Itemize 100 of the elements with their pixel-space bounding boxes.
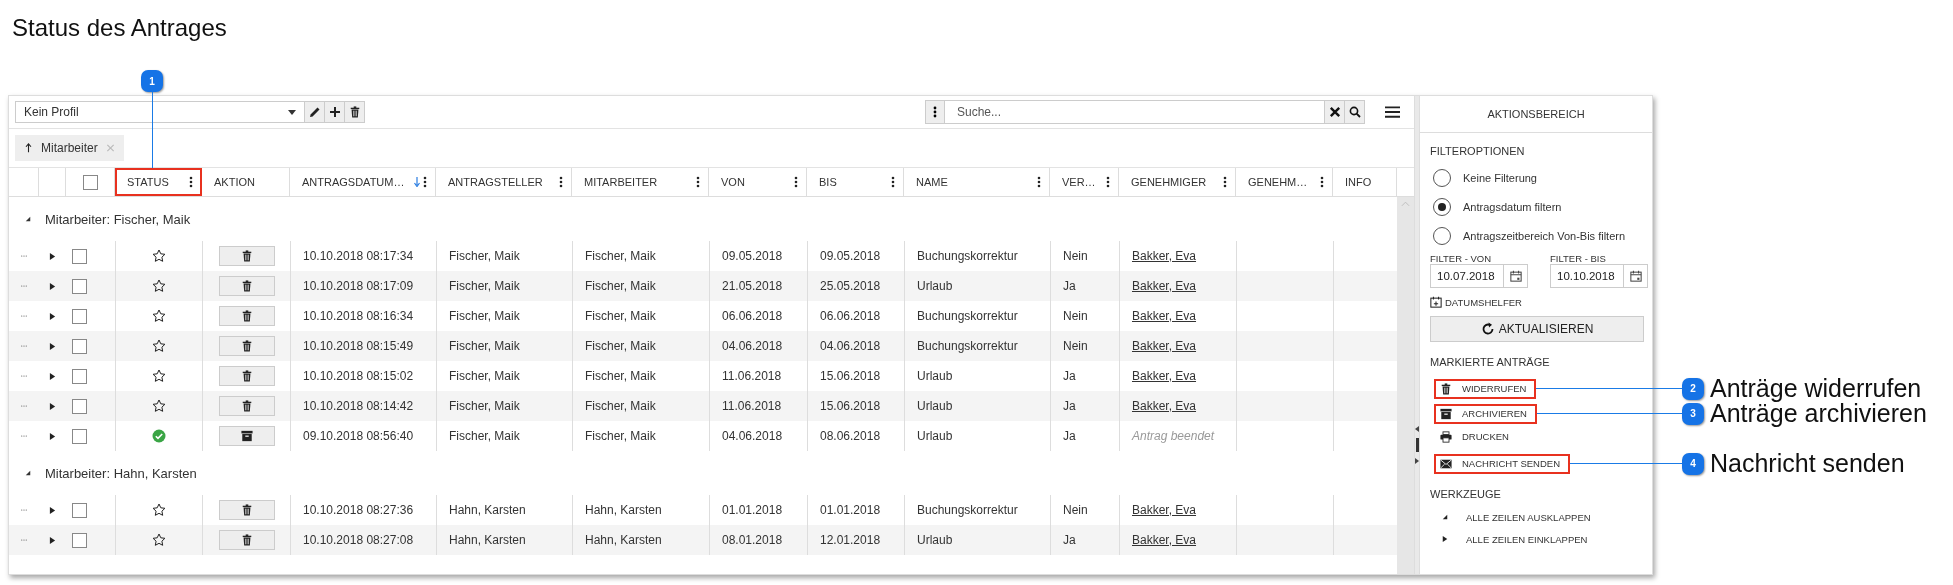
star-icon[interactable] (152, 369, 166, 383)
row-checkbox[interactable] (72, 398, 87, 414)
column-header[interactable]: BIS (807, 168, 904, 196)
calendar-icon (1509, 270, 1522, 282)
row-action-button[interactable] (218, 246, 275, 266)
row-expander-icon[interactable] (49, 432, 56, 440)
action-link[interactable]: DRUCKEN (1434, 426, 1519, 447)
column-header[interactable]: GENEHMIGER (1119, 168, 1236, 196)
row-action-button[interactable] (218, 306, 275, 326)
row-handle-icon[interactable] (21, 405, 27, 407)
row-checkbox[interactable] (72, 338, 87, 354)
search-field[interactable]: Suche... (945, 100, 1325, 124)
profile-select[interactable]: Kein Profil (15, 101, 305, 123)
row-handle-icon[interactable] (21, 345, 27, 347)
star-icon[interactable] (152, 503, 166, 517)
edit-button[interactable] (305, 101, 325, 123)
approver-link[interactable]: Bakker, Eva (1132, 369, 1197, 383)
group-chip[interactable]: Mitarbeiter (15, 135, 124, 161)
row-checkbox[interactable] (72, 502, 87, 518)
column-header[interactable]: ANTRAGSDATUM… (290, 168, 436, 196)
column-menu-icon[interactable] (189, 176, 193, 188)
row-action-button[interactable] (218, 276, 275, 296)
delete-button[interactable] (345, 101, 365, 123)
column-header[interactable]: AKTION (202, 168, 290, 196)
row-action-button[interactable] (218, 396, 275, 416)
column-menu-icon[interactable] (1223, 176, 1227, 188)
star-icon[interactable] (152, 339, 166, 353)
star-icon[interactable] (152, 399, 166, 413)
row-checkbox[interactable] (72, 428, 87, 444)
row-expander-icon[interactable] (49, 536, 56, 544)
add-button[interactable] (325, 101, 345, 123)
column-header[interactable]: VON (709, 168, 807, 196)
tool-link[interactable]: ALLE ZEILEN EINKLAPPEN (1430, 528, 1644, 550)
column-header[interactable]: STATUS (115, 168, 202, 196)
row-expander-icon[interactable] (49, 282, 56, 290)
row-handle-icon[interactable] (21, 285, 27, 287)
column-menu-icon[interactable] (696, 176, 700, 188)
action-link[interactable]: ARCHIVIEREN (1434, 403, 1537, 424)
approver-link[interactable]: Bakker, Eva (1132, 339, 1197, 353)
approver-link[interactable]: Bakker, Eva (1132, 309, 1197, 323)
row-handle-icon[interactable] (21, 315, 27, 317)
row-action-button[interactable] (218, 426, 275, 446)
select-all-checkbox[interactable] (82, 174, 98, 190)
group-toggle-icon[interactable] (25, 470, 31, 476)
star-icon[interactable] (152, 279, 166, 293)
date-field[interactable]: 10.10.2018 (1550, 264, 1648, 288)
approver-link[interactable]: Bakker, Eva (1132, 533, 1197, 547)
row-expander-icon[interactable] (49, 312, 56, 320)
column-menu-icon[interactable] (891, 176, 895, 188)
column-menu-icon[interactable] (423, 176, 427, 188)
star-icon[interactable] (152, 249, 166, 263)
column-header[interactable]: MITARBEITER (572, 168, 709, 196)
row-checkbox[interactable] (72, 248, 87, 264)
column-menu-icon[interactable] (794, 176, 798, 188)
row-checkbox[interactable] (72, 278, 87, 294)
column-header[interactable]: NAME (904, 168, 1050, 196)
approver-link[interactable]: Bakker, Eva (1132, 399, 1197, 413)
row-handle-icon[interactable] (21, 375, 27, 377)
date-helper-link[interactable]: DATUMSHELFER (1430, 296, 1644, 308)
column-menu-icon[interactable] (1320, 176, 1324, 188)
row-expander-icon[interactable] (49, 342, 56, 350)
row-action-button[interactable] (218, 500, 275, 520)
column-menu-icon[interactable] (1106, 176, 1110, 188)
clear-button[interactable] (1325, 100, 1345, 124)
column-header[interactable]: INFO (1333, 168, 1397, 196)
action-link[interactable]: NACHRICHT SENDEN (1434, 453, 1570, 474)
row-action-button[interactable] (218, 336, 275, 356)
menu-icon[interactable] (1385, 106, 1400, 118)
action-link[interactable]: WIDERRUFEN (1434, 378, 1537, 399)
row-action-button[interactable] (218, 366, 275, 386)
row-expander-icon[interactable] (49, 506, 56, 514)
row-handle-icon[interactable] (21, 435, 27, 437)
search-options-button[interactable] (925, 100, 945, 124)
row-checkbox[interactable] (72, 368, 87, 384)
row-action-button[interactable] (218, 530, 275, 550)
approver-link[interactable]: Bakker, Eva (1132, 279, 1197, 293)
column-header[interactable]: ANTRAGSTELLER (436, 168, 572, 196)
row-expander-icon[interactable] (49, 252, 56, 260)
approver-link[interactable]: Bakker, Eva (1132, 249, 1197, 263)
group-toggle-icon[interactable] (25, 216, 31, 222)
splitter[interactable] (1414, 96, 1420, 574)
refresh-button[interactable]: AKTUALISIEREN (1430, 316, 1644, 342)
column-menu-icon[interactable] (1037, 176, 1041, 188)
row-expander-icon[interactable] (49, 402, 56, 410)
date-field[interactable]: 10.07.2018 (1430, 264, 1528, 288)
tool-link[interactable]: ALLE ZEILEN AUSKLAPPEN (1430, 506, 1644, 528)
column-menu-icon[interactable] (559, 176, 563, 188)
row-handle-icon[interactable] (21, 539, 27, 541)
column-header[interactable]: VER… (1050, 168, 1119, 196)
search-button[interactable] (1345, 100, 1365, 124)
column-header[interactable]: GENEHM… (1236, 168, 1333, 196)
approver-link[interactable]: Bakker, Eva (1132, 503, 1197, 517)
row-expander-icon[interactable] (49, 372, 56, 380)
row-handle-icon[interactable] (21, 509, 27, 511)
star-icon[interactable] (152, 533, 166, 547)
row-checkbox[interactable] (72, 532, 87, 548)
star-icon[interactable] (152, 309, 166, 323)
scrollbar[interactable] (1397, 197, 1414, 574)
row-checkbox[interactable] (72, 308, 87, 324)
row-handle-icon[interactable] (21, 255, 27, 257)
